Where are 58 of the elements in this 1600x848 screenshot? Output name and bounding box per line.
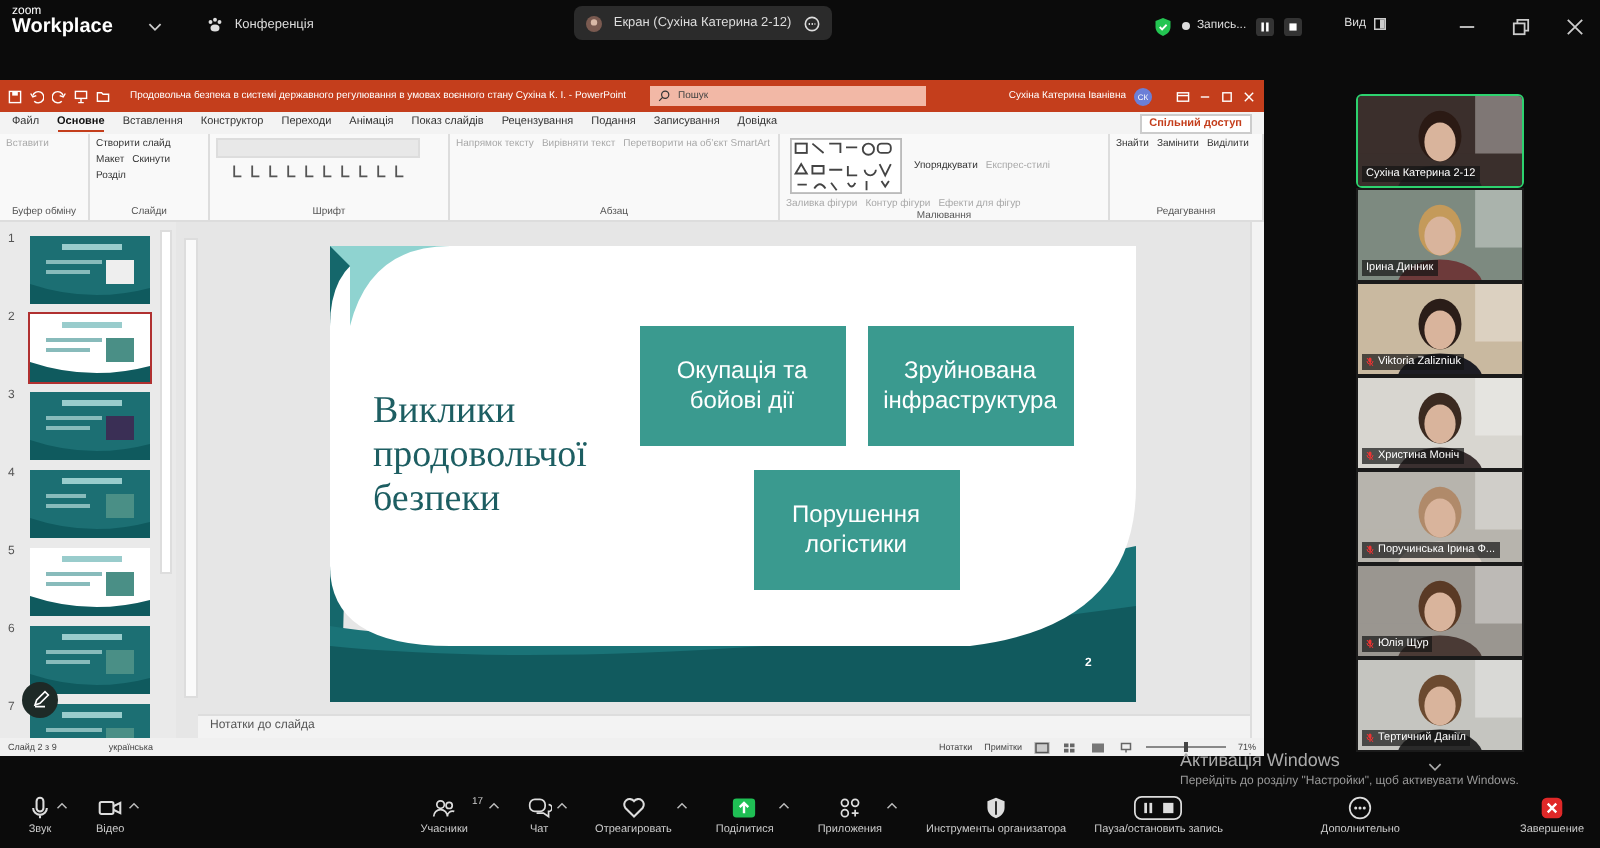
chevron-down-icon[interactable] [1428, 762, 1442, 772]
zoom-slider-thumb[interactable] [1183, 742, 1188, 753]
redo-icon[interactable] [52, 89, 66, 104]
more-icon [1348, 796, 1373, 820]
slide-thumbnail[interactable] [28, 546, 152, 619]
caret-icon[interactable] [886, 802, 899, 810]
stop-icon[interactable] [1284, 18, 1303, 36]
slide-sorter-icon[interactable] [1061, 741, 1078, 754]
avatar-icon [585, 15, 602, 31]
share-screen-icon [732, 796, 757, 820]
slide-thumbnail[interactable] [28, 468, 152, 541]
font-name-field[interactable] [216, 138, 420, 159]
shapes-gallery[interactable] [786, 138, 906, 195]
pause-icon[interactable] [1256, 18, 1275, 36]
scrollbar[interactable] [1250, 222, 1264, 739]
heart-icon [621, 796, 646, 820]
pen-icon [30, 690, 50, 711]
slide-text-box: Окупація та бойові дії [639, 326, 845, 447]
presenter-icon[interactable] [74, 89, 88, 104]
slideshow-icon[interactable] [1117, 741, 1134, 754]
caret-icon[interactable] [555, 802, 568, 810]
caret-icon[interactable] [128, 802, 141, 810]
shield-icon [984, 796, 1009, 820]
chat-icon [527, 796, 552, 820]
slide-text-box: Порушення логістики [753, 470, 959, 591]
slide-text-box: Зруйнована інфраструктура [867, 326, 1073, 447]
apps-icon [837, 796, 862, 820]
caret-icon[interactable] [56, 802, 68, 810]
microphone-icon [28, 796, 52, 820]
save-icon[interactable] [8, 89, 22, 104]
scrollbar[interactable] [160, 230, 172, 575]
shield-icon[interactable] [1154, 18, 1173, 36]
people-icon [432, 796, 457, 820]
maximize-icon[interactable] [1220, 89, 1234, 104]
layout-icon [1374, 18, 1386, 30]
close-icon[interactable] [1566, 18, 1584, 36]
slide-thumbnail[interactable] [28, 390, 152, 463]
normal-view-icon[interactable] [1033, 741, 1050, 754]
slide-thumbnail[interactable] [28, 234, 152, 307]
caret-icon[interactable] [777, 802, 790, 810]
search-icon [658, 90, 671, 103]
ribbon-display-icon[interactable] [1176, 89, 1190, 104]
activation-title: Активація Windows [1180, 750, 1340, 770]
undo-icon[interactable] [30, 89, 44, 104]
slide-thumbnail[interactable] [28, 312, 152, 385]
more-icon[interactable] [803, 15, 820, 31]
slide-title: Виклики продовольчої безпеки [373, 390, 589, 523]
close-icon [1540, 796, 1564, 820]
chevron-down-icon[interactable] [148, 18, 163, 36]
reading-view-icon[interactable] [1089, 741, 1106, 754]
slide-thumbnail[interactable] [28, 624, 152, 697]
restore-icon[interactable] [1512, 18, 1530, 36]
video-camera-icon [98, 796, 123, 820]
caret-icon[interactable] [675, 802, 688, 810]
caret-icon[interactable] [487, 802, 500, 810]
folder-icon[interactable] [96, 89, 110, 104]
paw-icon [206, 16, 225, 34]
pause-stop-icon [1134, 796, 1183, 820]
